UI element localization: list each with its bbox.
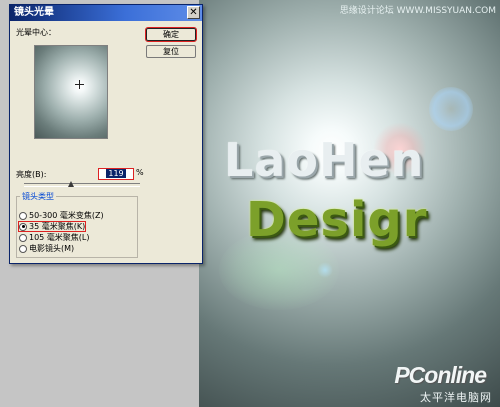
brand-subtitle: 太平洋电脑网 — [420, 391, 492, 404]
radio-icon — [19, 233, 27, 242]
brightness-value: 119 — [106, 169, 126, 178]
dialog-titlebar[interactable]: 镜头光晕 ✕ — [10, 5, 202, 21]
artwork-text-line1: LaoHen — [224, 133, 425, 187]
lens-option-50-300[interactable]: 50-300 毫米变焦(Z) — [19, 211, 104, 220]
ok-button[interactable]: 确定 — [145, 27, 197, 42]
dialog-title: 镜头光晕 — [14, 7, 54, 18]
lens-option-label: 35 毫米聚焦(K) — [29, 222, 86, 231]
reset-button[interactable]: 复位 — [146, 45, 196, 58]
lens-type-label: 镜头类型 — [20, 191, 56, 202]
brightness-slider-thumb[interactable] — [68, 181, 74, 187]
brightness-unit: % — [136, 168, 144, 177]
radio-icon — [19, 244, 27, 253]
image-canvas: 思缘设计论坛 WWW.MISSYUAN.COM LaoHen Desigr PC… — [199, 0, 500, 407]
lens-flare-dialog: 镜头光晕 ✕ 光晕中心： 确定 复位 亮度(B): 119 % 镜头类型 50-… — [9, 4, 203, 264]
watermark-top: 思缘设计论坛 WWW.MISSYUAN.COM — [339, 6, 496, 16]
lens-option-label: 50-300 毫米变焦(Z) — [29, 211, 104, 220]
close-button[interactable]: ✕ — [187, 6, 200, 19]
flare-center-label: 光晕中心： — [16, 28, 56, 37]
flare-center-preview[interactable] — [34, 45, 108, 139]
brand-logo: PConline — [394, 362, 487, 388]
brightness-slider-track[interactable] — [24, 183, 140, 187]
flare-dot — [317, 262, 333, 278]
crosshair-icon[interactable] — [75, 80, 84, 89]
lens-option-label: 105 毫米聚焦(L) — [29, 233, 90, 242]
lens-option-label: 电影镜头(M) — [29, 244, 75, 253]
radio-selected-icon — [19, 222, 27, 231]
artwork-text-line2: Desigr — [246, 192, 428, 248]
radio-icon — [19, 211, 27, 220]
lens-option-35[interactable]: 35 毫米聚焦(K) — [17, 221, 87, 232]
brightness-label: 亮度(B): — [16, 170, 47, 179]
flare-ring — [429, 87, 473, 131]
lens-option-105[interactable]: 105 毫米聚焦(L) — [19, 233, 90, 242]
brightness-input[interactable]: 119 — [98, 168, 134, 180]
lens-option-movie[interactable]: 电影镜头(M) — [19, 244, 74, 253]
